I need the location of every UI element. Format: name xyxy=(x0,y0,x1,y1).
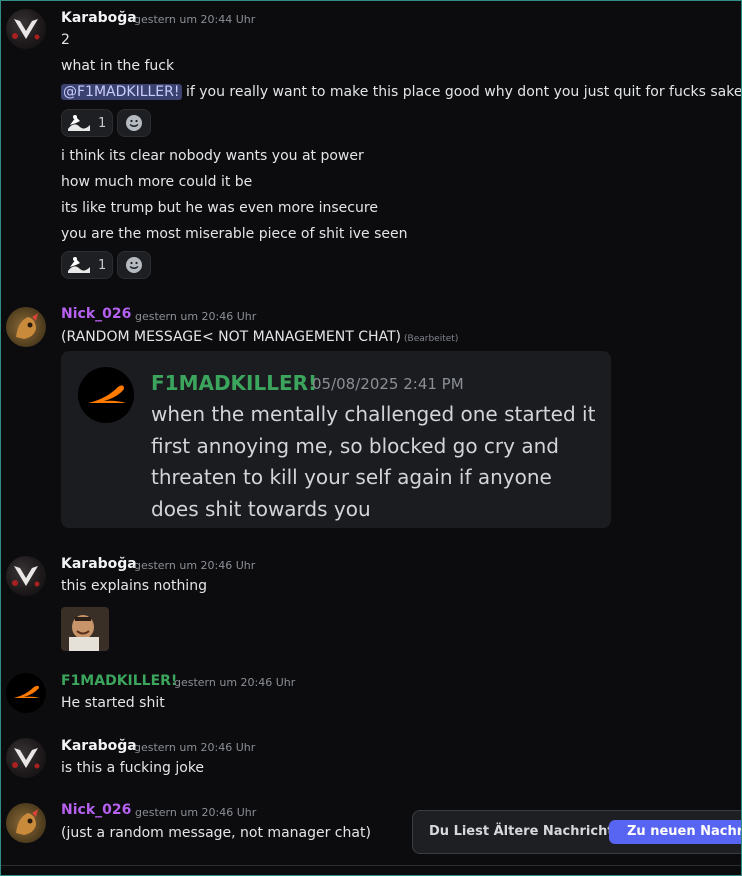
karaboga-avatar[interactable] xyxy=(6,556,46,596)
smiley-icon xyxy=(126,115,142,131)
message-text: (RANDOM MESSAGE< NOT MANAGEMENT CHAT) (Be… xyxy=(61,329,458,345)
add-reaction-button[interactable] xyxy=(117,109,151,137)
timestamp: gestern um 20:46 Uhr xyxy=(174,676,296,689)
message-text: how much more could it be xyxy=(61,174,253,190)
message-text: (RANDOM MESSAGE< NOT MANAGEMENT CHAT) xyxy=(61,329,402,345)
timestamp: gestern um 20:46 Uhr xyxy=(135,310,257,323)
jump-to-new-messages-button[interactable]: Zu neuen Nachricht xyxy=(609,820,741,844)
timestamp: gestern um 20:46 Uhr xyxy=(134,741,256,754)
reaction-count: 1 xyxy=(98,257,107,273)
username[interactable]: Karaboğa xyxy=(61,10,137,26)
reaction-button[interactable]: 1 xyxy=(61,251,113,279)
username[interactable]: Nick_026 xyxy=(61,802,131,818)
karaboga-avatar-icon xyxy=(12,748,40,769)
nick-avatar-icon xyxy=(16,313,38,339)
message-text: is this a fucking joke xyxy=(61,760,205,776)
karaboga-avatar[interactable] xyxy=(6,738,46,778)
mclaren-logo-icon xyxy=(88,385,126,403)
mclaren-logo-icon xyxy=(14,685,40,698)
f1madkiller-avatar[interactable] xyxy=(6,673,46,713)
message-text: you are the most miserable piece of shit… xyxy=(61,226,408,242)
message-text: (just a random message, not manager chat… xyxy=(61,825,371,841)
karaboga-avatar[interactable] xyxy=(6,9,46,49)
reaction-count: 1 xyxy=(98,115,107,131)
jump-button-label: Zu neuen Nachricht xyxy=(627,824,741,839)
message-text: this explains nothing xyxy=(61,578,207,594)
karaboga-avatar-icon xyxy=(12,19,40,40)
quote-text: when the mentally challenged one started… xyxy=(151,402,596,521)
nick-avatar[interactable] xyxy=(6,803,46,843)
older-messages-label: Du Liest Ältere Nachrichten xyxy=(429,824,632,839)
gif-attachment[interactable] xyxy=(61,607,109,651)
username[interactable]: Karaboğa xyxy=(61,556,137,572)
message-text: He started shit xyxy=(61,695,165,711)
add-reaction-button[interactable] xyxy=(117,251,151,279)
user-mention[interactable]: @F1MADKILLER! xyxy=(61,84,182,100)
quote-date: 05/08/2025 2:41 PM xyxy=(312,375,464,393)
nick-avatar[interactable] xyxy=(6,307,46,347)
laughing-man-gif-icon xyxy=(61,607,109,651)
smiley-icon xyxy=(126,257,142,273)
timestamp: gestern um 20:44 Uhr xyxy=(134,13,256,26)
username[interactable]: F1MADKILLER! xyxy=(61,673,177,689)
surf-emoji-icon xyxy=(68,115,90,131)
older-messages-banner: Du Liest Ältere Nachrichten Zu neuen Nac… xyxy=(412,810,741,854)
message-text: if you really want to make this place go… xyxy=(181,84,742,100)
reaction-button[interactable]: 1 xyxy=(61,109,113,137)
divider xyxy=(1,865,741,866)
quote-author-name[interactable]: F1MADKILLER! xyxy=(151,371,317,395)
message-text: 2 xyxy=(61,32,70,48)
message-with-mention: @F1MADKILLER! if you really want to make… xyxy=(61,84,742,100)
message-text: i think its clear nobody wants you at po… xyxy=(61,148,364,164)
chat-window: Karaboğa gestern um 20:44 Uhr 2 what in … xyxy=(0,0,742,876)
karaboga-avatar-icon xyxy=(12,566,40,587)
message-text: what in the fuck xyxy=(61,58,175,74)
username[interactable]: Nick_026 xyxy=(61,306,131,322)
edited-label: (Bearbeitet) xyxy=(404,334,459,344)
surf-emoji-icon xyxy=(68,257,90,273)
message-text: its like trump but he was even more inse… xyxy=(61,200,378,216)
timestamp: gestern um 20:46 Uhr xyxy=(134,559,256,572)
quote-author-avatar xyxy=(78,367,134,423)
nick-avatar-icon xyxy=(16,809,38,835)
username[interactable]: Karaboğa xyxy=(61,738,137,754)
timestamp: gestern um 20:46 Uhr xyxy=(135,806,257,819)
